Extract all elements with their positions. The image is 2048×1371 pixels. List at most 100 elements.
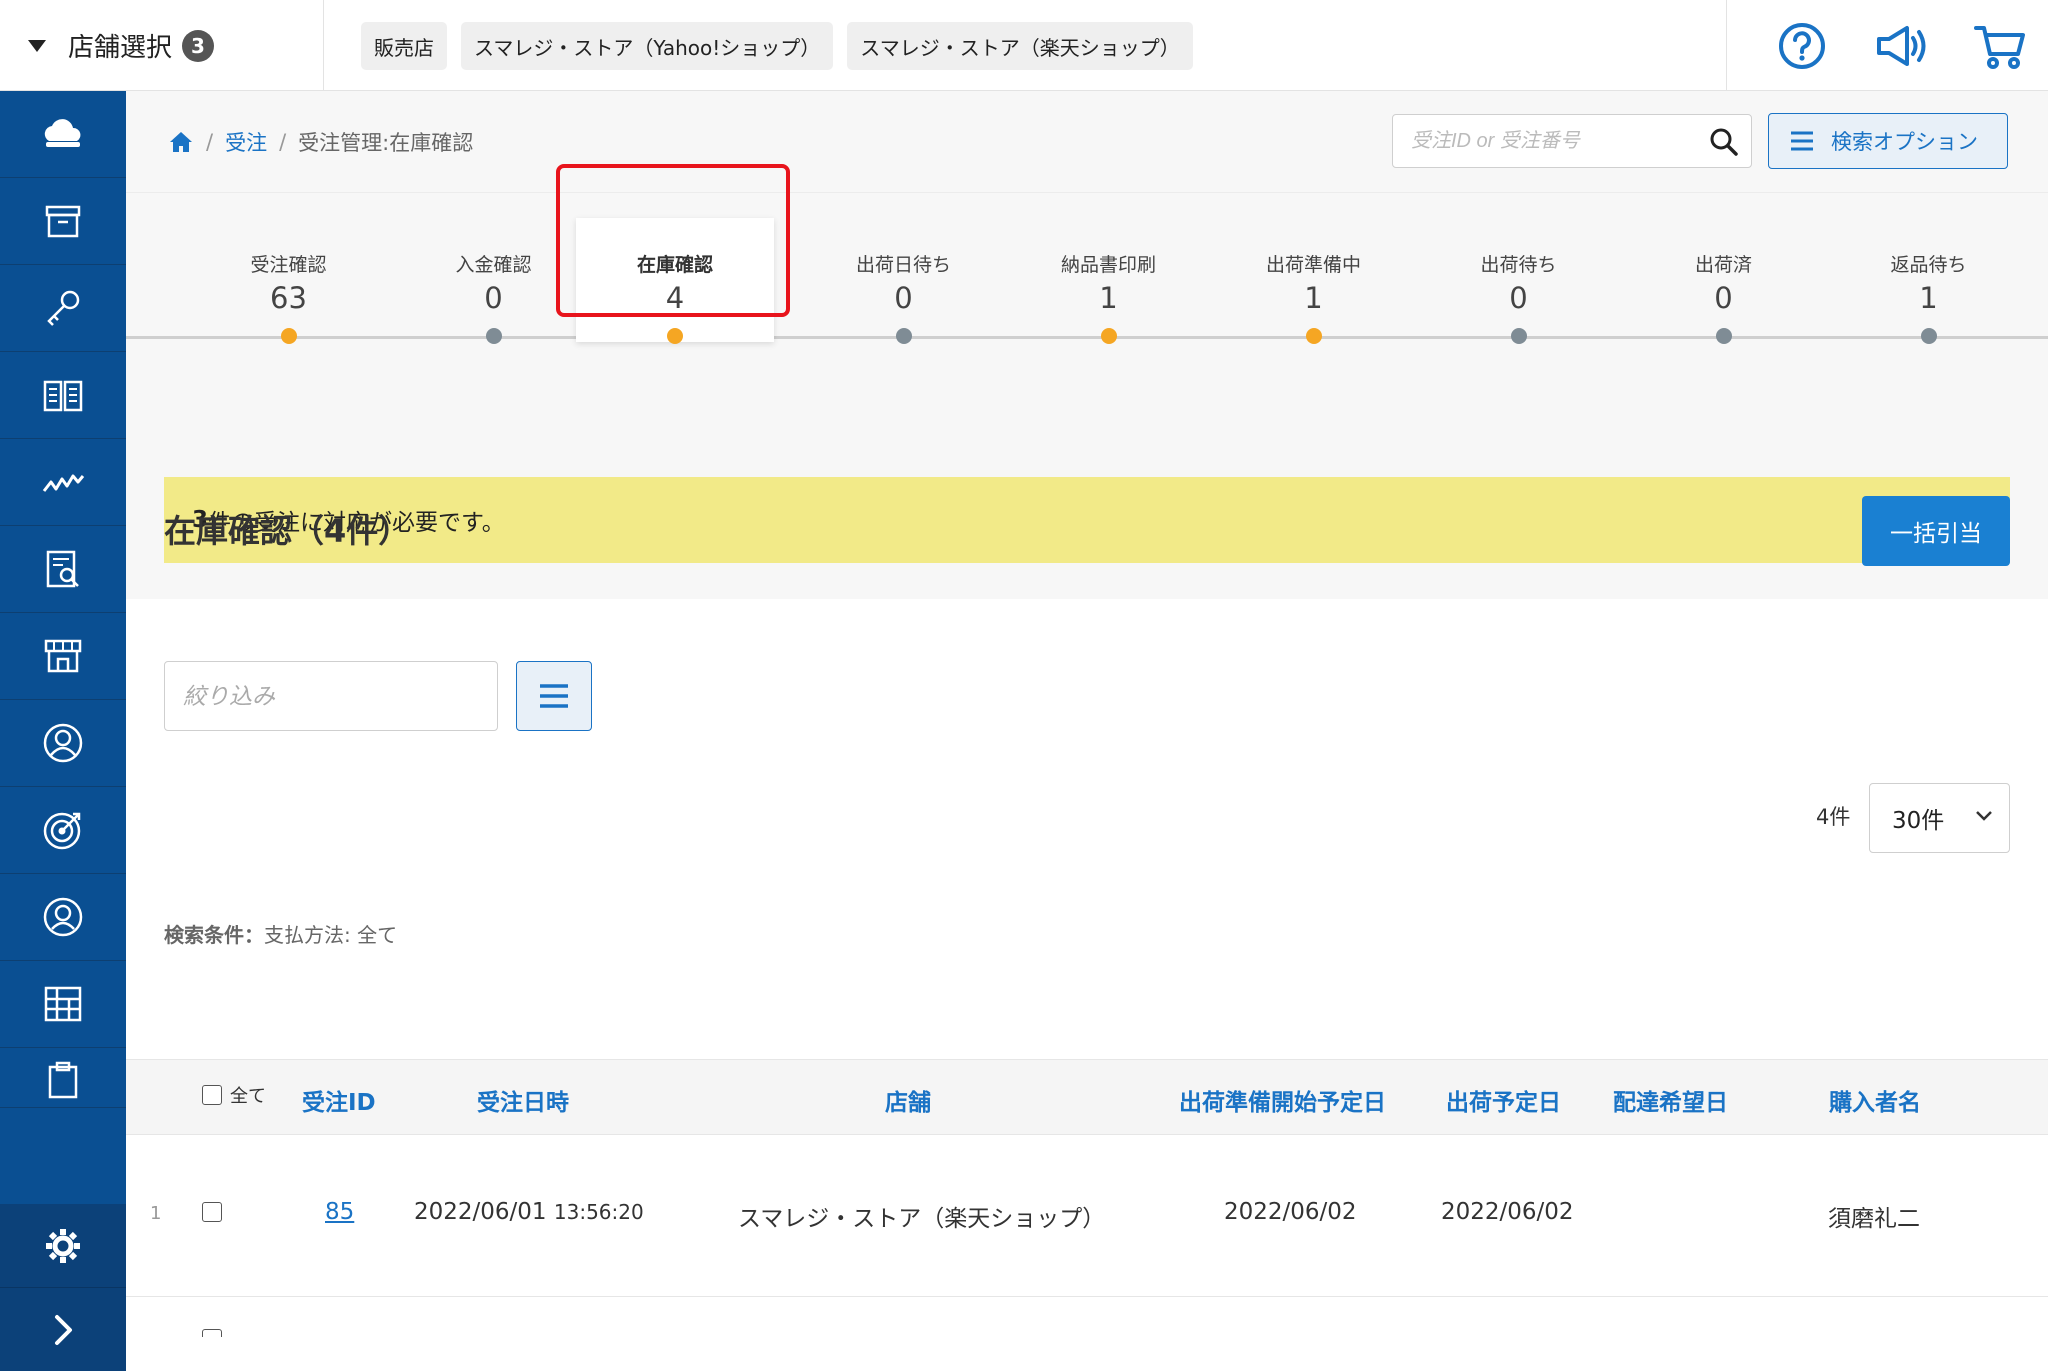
sidebar-item-key[interactable] [0,265,126,352]
shop-tag[interactable]: スマレジ・ストア（Yahoo!ショップ） [461,22,834,70]
caret-down-icon [28,39,46,52]
chevron-right-icon [55,1314,72,1345]
sidebar-item-archive[interactable] [0,178,126,265]
ship-date: 2022/06/02 [1441,1199,1574,1225]
status-tab-label: 納品書印刷 [1060,254,1156,276]
status-dot [1306,328,1322,344]
status-tab-count: 0 [894,281,913,315]
search-icon[interactable] [1709,127,1739,157]
status-tab-count: 0 [1509,281,1528,315]
table-header: 全て 受注ID 受注日時 店舗 出荷準備開始予定日 出荷予定日 配達希望日 購入… [126,1059,2048,1135]
column-header-prep-start-date[interactable]: 出荷準備開始予定日 [1179,1083,1386,1117]
row-number: 1 [150,1203,162,1224]
settings-button[interactable] [0,1204,126,1288]
status-tab-label: 受注確認 [250,254,327,276]
cart-icon[interactable] [1973,20,2027,72]
status-tab-payment-confirm[interactable]: 入金確認 0 [391,218,596,344]
store-select-button[interactable]: 店舗選択 3 [0,0,324,91]
status-dot [486,328,502,344]
column-header-order-id[interactable]: 受注ID [302,1083,376,1117]
filter-input[interactable] [164,661,498,731]
order-id-link[interactable]: 85 [325,1199,354,1225]
status-dot [281,328,297,344]
report-search-icon [46,550,79,588]
breadcrumb-separator: / [279,130,287,154]
megaphone-icon[interactable] [1873,20,1927,72]
status-tab-label: 入金確認 [455,254,532,276]
bulk-allocate-button[interactable]: 一括引当 [1862,496,2010,566]
status-dot [667,328,683,344]
top-bar: 店舗選択 3 販売店 スマレジ・ストア（Yahoo!ショップ） スマレジ・ストア… [0,0,2048,91]
status-tab-shipped[interactable]: 出荷済 0 [1621,218,1826,344]
sidebar-item-customer[interactable] [0,700,126,787]
sidebar-item-report[interactable] [0,526,126,613]
breadcrumb-orders-link[interactable]: 受注 [225,127,267,157]
user-circle-icon [43,723,83,763]
breadcrumb: / 受注 / 受注管理:在庫確認 [168,127,473,157]
status-tab-label: 出荷準備中 [1265,254,1361,276]
per-page-value: 30件 [1892,808,1945,834]
store-name: スマレジ・ストア（楽天ショップ） [738,1206,1106,1232]
status-tab-count: 63 [270,281,307,315]
shop-tags: 販売店 スマレジ・ストア（Yahoo!ショップ） スマレジ・ストア（楽天ショップ… [361,22,1193,70]
status-tab-stock-confirm[interactable]: 在庫確認 4 [576,218,774,344]
column-header-ship-date[interactable]: 出荷予定日 [1446,1083,1561,1117]
table-row[interactable]: 1 85 2022/06/01 13:56:20 スマレジ・ストア（楽天ショップ… [126,1135,2048,1297]
sidebar-item-clipboard[interactable] [0,1048,126,1108]
column-header-delivery-date[interactable]: 配達希望日 [1613,1083,1728,1117]
sidebar-item-apps[interactable] [0,961,126,1048]
status-dot [1716,328,1732,344]
column-header-store[interactable]: 店舗 [885,1083,931,1117]
sidebar-item-cloud[interactable] [0,91,126,178]
shop-tag[interactable]: スマレジ・ストア（楽天ショップ） [847,22,1193,70]
sidebar-bottom [0,1204,126,1371]
order-date-time: 13:56:20 [553,1200,644,1224]
breadcrumb-separator: / [206,130,214,154]
column-settings-button[interactable] [516,661,592,731]
sidebar-item-member[interactable] [0,874,126,961]
row-checkbox[interactable] [202,1202,222,1228]
status-dot [1511,328,1527,344]
sidebar-item-analytics[interactable] [0,439,126,526]
search-conditions: 検索条件：支払方法: 全て [164,919,397,948]
archive-box-icon [45,205,81,238]
store-select-label: 店舗選択 [68,33,173,63]
select-all-checkbox[interactable] [202,1085,222,1105]
status-tab-count: 0 [1714,281,1733,315]
status-tab-ship-preparing[interactable]: 出荷準備中 1 [1211,218,1416,344]
status-tab-invoice-print[interactable]: 納品書印刷 1 [1006,218,1211,344]
status-tab-ship-waiting[interactable]: 出荷待ち 0 [1416,218,1621,344]
home-icon[interactable] [168,130,194,154]
status-tab-count: 0 [484,281,503,315]
shop-tag[interactable]: 販売店 [361,22,447,70]
status-tab-ship-date-wait[interactable]: 出荷日待ち 0 [801,218,1006,344]
prep-start-date: 2022/06/02 [1224,1199,1357,1225]
sidebar-item-target[interactable] [0,787,126,874]
table-row[interactable] [126,1297,2048,1337]
column-header-order-date[interactable]: 受注日時 [477,1083,569,1117]
status-tab-count: 1 [1919,281,1938,315]
buyer-name: 須磨礼二 [1828,1206,1920,1232]
member-icon [43,897,83,937]
sidebar-item-book[interactable] [0,352,126,439]
help-icon[interactable] [1775,20,1829,72]
cloud-icon [44,119,81,147]
order-date: 2022/06/01 13:56:20 [414,1199,644,1225]
conditions-value: 支払方法: 全て [264,923,398,947]
target-icon [43,812,81,850]
search-options-button[interactable]: 検索オプション [1768,113,2008,169]
order-search-box [1392,114,1752,168]
status-tab-label: 在庫確認 [636,254,713,276]
status-dot [896,328,912,344]
column-header-buyer-name[interactable]: 購入者名 [1829,1083,1921,1117]
status-tab-count: 4 [665,281,685,315]
grid-apps-icon [44,986,82,1022]
per-page-select[interactable]: 30件 [1869,783,2010,853]
sidebar-expand-button[interactable] [0,1288,126,1371]
status-tab-order-confirm[interactable]: 受注確認 63 [186,218,391,344]
order-search-input[interactable] [1393,115,1693,167]
sidebar-item-store[interactable] [0,613,126,700]
status-tab-return-wait[interactable]: 返品待ち 1 [1826,218,2031,344]
row-checkbox[interactable] [202,1329,222,1337]
breadcrumb-bar: / 受注 / 受注管理:在庫確認 検索オプション [126,91,2048,193]
